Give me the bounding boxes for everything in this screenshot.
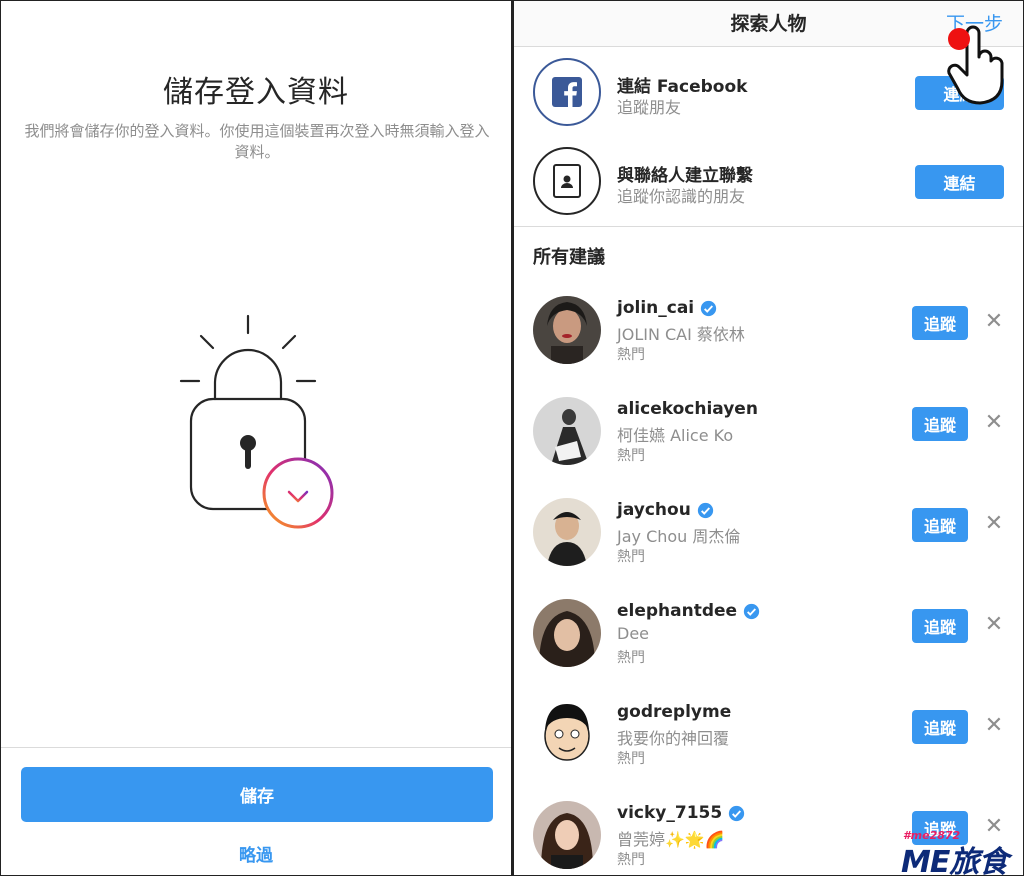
suggestion-fullname: Dee xyxy=(617,624,650,643)
section-title: 所有建議 xyxy=(533,247,605,268)
avatar[interactable] xyxy=(533,397,601,465)
watermark-logo: #me2872 ME旅食 xyxy=(901,829,1008,875)
avatar[interactable] xyxy=(533,700,601,768)
suggestion-row[interactable]: godreplyme 我要你的神回覆 熱門 追蹤 ✕ xyxy=(514,692,1023,793)
avatar[interactable] xyxy=(533,801,601,869)
suggestion-row[interactable]: jolin_cai JOLIN CAI 蔡依林 熱門 追蹤 ✕ xyxy=(514,288,1023,389)
dismiss-icon[interactable]: ✕ xyxy=(984,510,1004,538)
suggestion-username: jaychou xyxy=(617,500,714,520)
discover-people-screen: 探索人物 下一步 連結 Facebook 追蹤朋友 連結 與聯絡人建立聯繫 追蹤… xyxy=(514,1,1023,875)
contacts-icon-circle xyxy=(533,147,601,215)
verified-badge-icon xyxy=(743,603,760,619)
contacts-icon xyxy=(553,164,581,198)
dismiss-icon[interactable]: ✕ xyxy=(984,712,1004,740)
suggestion-row[interactable]: elephantdee Dee 熱門 追蹤 ✕ xyxy=(514,591,1023,692)
facebook-icon-circle xyxy=(533,58,601,126)
avatar[interactable] xyxy=(533,296,601,364)
avatar[interactable] xyxy=(533,599,601,667)
dismiss-icon[interactable]: ✕ xyxy=(984,611,1004,639)
hand-pointer-icon xyxy=(947,25,1004,105)
lock-download-icon xyxy=(179,314,334,529)
suggestion-username: vicky_7155 xyxy=(617,803,745,823)
dismiss-icon[interactable]: ✕ xyxy=(984,409,1004,437)
connect-subtitle: 追蹤你認識的朋友 xyxy=(617,187,746,206)
facebook-icon xyxy=(552,77,582,107)
verified-badge-icon xyxy=(700,300,717,316)
page-title: 儲存登入資料 xyxy=(163,75,349,110)
verified-badge-icon xyxy=(729,805,745,821)
suggestion-tag: 熱門 xyxy=(617,549,645,565)
suggestion-fullname: Jay Chou 周杰倫 xyxy=(617,527,741,546)
suggestion-tag: 熱門 xyxy=(617,650,645,666)
suggestion-tag: 熱門 xyxy=(617,751,645,767)
connect-subtitle: 追蹤朋友 xyxy=(617,98,682,117)
follow-button[interactable]: 追蹤 xyxy=(912,508,968,542)
suggestion-username: jolin_cai xyxy=(617,298,717,318)
suggestion-username: elephantdee xyxy=(617,601,760,621)
suggestion-fullname: 曾莞婷✨🌟🌈 xyxy=(617,830,725,849)
suggestion-fullname: 我要你的神回覆 xyxy=(617,729,730,748)
save-login-screen: 儲存登入資料 我們將會儲存你的登入資料。你使用這個裝置再次登入時無須輸入登入資料… xyxy=(1,1,511,875)
suggestion-tag: 熱門 xyxy=(617,852,645,868)
avatar[interactable] xyxy=(533,498,601,566)
suggestion-tag: 熱門 xyxy=(617,448,645,464)
connect-contacts-button[interactable]: 連結 xyxy=(915,165,1004,199)
skip-link[interactable]: 略過 xyxy=(1,841,511,866)
dismiss-icon[interactable]: ✕ xyxy=(984,308,1004,336)
connect-contacts-row[interactable]: 與聯絡人建立聯繫 追蹤你認識的朋友 連結 xyxy=(514,137,1023,227)
follow-button[interactable]: 追蹤 xyxy=(912,306,968,340)
follow-button[interactable]: 追蹤 xyxy=(912,407,968,441)
save-button[interactable]: 儲存 xyxy=(21,767,493,822)
follow-button[interactable]: 追蹤 xyxy=(912,609,968,643)
suggestion-row[interactable]: jaychou Jay Chou 周杰倫 熱門 追蹤 ✕ xyxy=(514,490,1023,591)
suggestion-row[interactable]: alicekochiayen 柯佳嬿 Alice Ko 熱門 追蹤 ✕ xyxy=(514,389,1023,490)
suggestion-fullname: 柯佳嬿 Alice Ko xyxy=(617,426,734,445)
suggestion-fullname: JOLIN CAI 蔡依林 xyxy=(617,325,745,344)
suggestion-tag: 熱門 xyxy=(617,347,645,363)
suggestion-username: alicekochiayen xyxy=(617,399,758,419)
verified-badge-icon xyxy=(697,502,713,518)
page-description: 我們將會儲存你的登入資料。你使用這個裝置再次登入時無須輸入登入資料。 xyxy=(24,122,490,161)
footer-divider xyxy=(1,747,511,748)
suggestion-username: godreplyme xyxy=(617,702,732,722)
follow-button[interactable]: 追蹤 xyxy=(912,710,968,744)
section-divider xyxy=(514,226,1023,227)
